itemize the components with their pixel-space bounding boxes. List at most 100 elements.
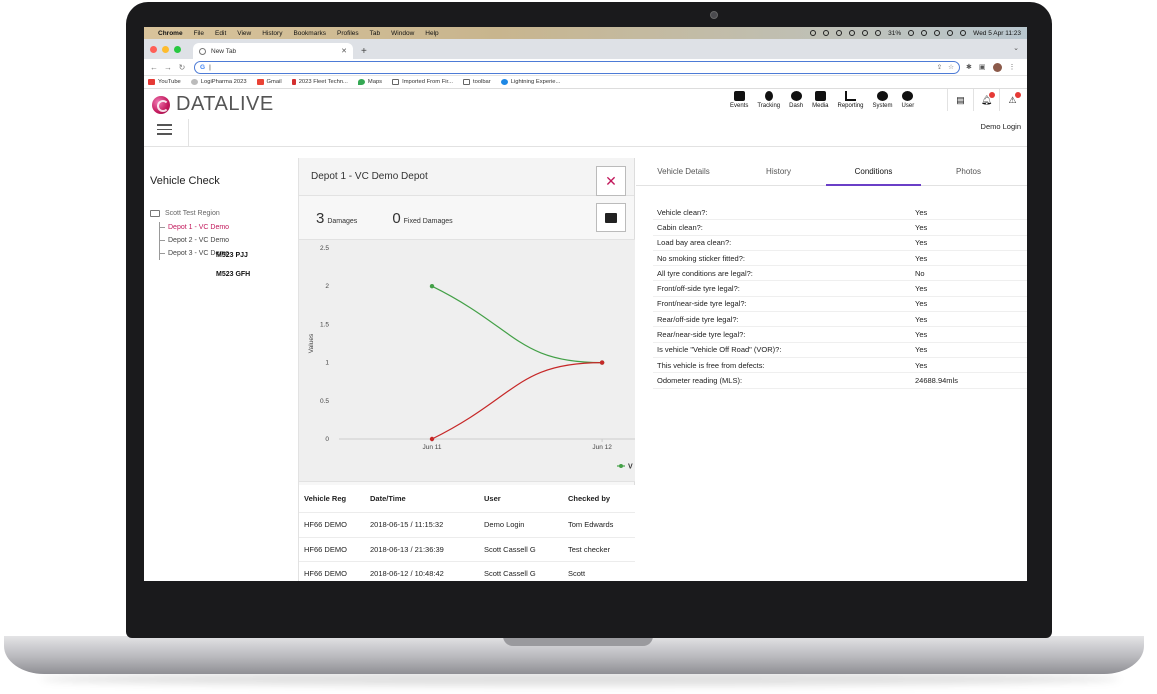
menu-window[interactable]: Window [391,30,414,37]
current-user-label[interactable]: Demo Login [981,122,1021,131]
maximize-window-button[interactable] [174,45,181,53]
y-tick-label: 2.5 [320,245,329,252]
condition-row: Front/near-side tyre legal?: Yes [653,297,1027,313]
tab-conditions[interactable]: Conditions [826,158,921,186]
menu-help[interactable]: Help [425,30,438,37]
nav-system[interactable]: System [873,91,893,109]
condition-row: Load bay area clean?: Yes [653,236,1027,251]
new-tab-button[interactable]: + [361,46,367,57]
datalive-logo[interactable]: DATALIVE [152,93,274,116]
condition-answer: No [915,268,925,278]
control-center-icon[interactable] [947,30,954,36]
condition-row: Cabin clean?: Yes [653,220,1027,236]
siri-icon[interactable] [960,30,967,36]
cloud-icon[interactable] [810,30,817,36]
folder-icon [150,210,160,217]
bookmark-star-icon[interactable]: ☆ [948,63,954,71]
tab-search-chevron-icon[interactable]: ⌄ [1013,44,1019,52]
forward-arrow-icon[interactable]: → [162,63,174,72]
search-icon[interactable] [934,30,941,36]
table-row[interactable]: HF66 DEMO 2018-06-13 / 21:36:39 Scott Ca… [299,538,635,562]
table-row[interactable]: HF66 DEMO 2018-06-15 / 11:15:32 Demo Log… [299,513,635,538]
tree-depot-2[interactable]: Depot 2 - VC Demo [159,234,229,247]
menu-app-name[interactable]: Chrome [158,30,183,37]
display-icon[interactable] [849,30,856,36]
floating-vehicle-reg[interactable]: M523 GFH [216,271,250,278]
condition-question: Odometer reading (MLS): [657,375,743,385]
bookmark-folder-toolbar[interactable]: toolbar [462,79,491,85]
menu-file[interactable]: File [194,30,204,37]
col-header-checked-by[interactable]: Checked by [568,494,635,503]
close-icon: ✕ [605,172,617,189]
legend-marker [619,464,623,468]
wifi-icon[interactable] [921,30,928,36]
bookmark-folder-imported[interactable]: Imported From Fir... [392,79,453,85]
bookmark-logipharma[interactable]: LogiPharma 2023 [190,79,247,85]
reload-icon[interactable]: ↻ [176,63,188,72]
side-panel-icon[interactable]: ▣ [979,63,986,71]
info-icon[interactable] [836,30,843,36]
tab-photos[interactable]: Photos [921,158,1016,185]
condition-row: This vehicle is free from defects: Yes [653,358,1027,374]
close-tab-icon[interactable]: ✕ [341,47,347,55]
menu-view[interactable]: View [237,30,251,37]
condition-question: Vehicle clean?: [657,207,708,217]
menubar-clock[interactable]: Wed 5 Apr 11:23 [973,30,1021,37]
bluetooth-icon[interactable] [875,30,882,36]
hamburger-menu-icon[interactable] [157,124,172,138]
nav-dash[interactable]: Dash [789,91,803,109]
tree-region[interactable]: Scott Test Region [150,210,229,217]
condition-question: Rear/near-side tyre legal?: [657,330,746,340]
cell-vehicle-reg: HF66 DEMO [304,544,347,554]
bookmark-youtube[interactable]: YouTube [148,79,181,85]
nav-media[interactable]: Media [812,91,829,109]
nav-reporting[interactable]: Reporting [838,91,864,109]
condition-question: All tyre conditions are legal?: [657,268,753,278]
notifications-button[interactable]: 🔔︎ [973,89,999,111]
tree-depot-1[interactable]: Depot 1 - VC Demo [159,221,229,234]
close-panel-button[interactable]: ✕ [596,166,626,196]
photo-gallery-button[interactable] [596,203,626,232]
menu-profiles[interactable]: Profiles [337,30,359,37]
share-icon[interactable]: ⇪ [937,63,942,71]
status-icon[interactable] [823,30,830,36]
warnings-button[interactable]: ⚠ [999,89,1025,111]
menu-tab[interactable]: Tab [370,30,380,37]
battery-icon[interactable] [908,30,915,36]
nav-events[interactable]: Events [730,91,748,109]
tab-vehicle-details[interactable]: Vehicle Details [636,158,731,185]
volume-icon[interactable] [862,30,869,36]
messages-button[interactable]: ▤ [947,89,973,111]
close-window-button[interactable] [150,45,157,53]
menu-bookmarks[interactable]: Bookmarks [293,30,326,37]
tab-history[interactable]: History [731,158,826,185]
bookmark-gmail[interactable]: Gmail [256,79,282,85]
bookmark-fleet-tech[interactable]: 2023 Fleet Techn... [291,79,348,85]
col-header-vehicle-reg[interactable]: Vehicle Reg [299,494,370,503]
address-bar[interactable]: G | ⇪ ☆ [194,60,960,74]
condition-row: Rear/off-side tyre legal?: Yes [653,312,1027,328]
car-crash-icon [733,91,745,101]
browser-tab[interactable]: New Tab ✕ [193,43,353,59]
nav-tracking[interactable]: Tracking [757,91,780,109]
extensions-puzzle-icon[interactable]: ✱ [966,63,972,71]
youtube-icon [148,79,155,85]
bookmark-maps[interactable]: Maps [357,79,382,85]
y-tick-label: 1 [325,360,329,367]
nav-user[interactable]: User [902,91,914,109]
address-cursor: | [209,63,211,71]
battery-percent[interactable]: 31% [888,30,901,37]
y-tick-label: 0.5 [320,398,329,405]
back-arrow-icon[interactable]: ← [148,63,160,72]
col-header-user[interactable]: User [484,494,568,503]
floating-vehicle-reg[interactable]: M523 PJJ [216,252,248,259]
menu-edit[interactable]: Edit [215,30,226,37]
bookmark-lightning[interactable]: Lightning Experie... [500,79,560,85]
chrome-menu-icon[interactable]: ⋮ [1009,63,1016,71]
table-row[interactable]: HF66 DEMO 2018-06-12 / 10:48:42 Scott Ca… [299,562,635,581]
menu-history[interactable]: History [262,30,282,37]
profile-avatar[interactable] [992,62,1002,72]
table-header-row: Vehicle Reg Date/Time User Checked by [299,485,635,513]
col-header-datetime[interactable]: Date/Time [370,494,484,503]
minimize-window-button[interactable] [162,45,169,53]
